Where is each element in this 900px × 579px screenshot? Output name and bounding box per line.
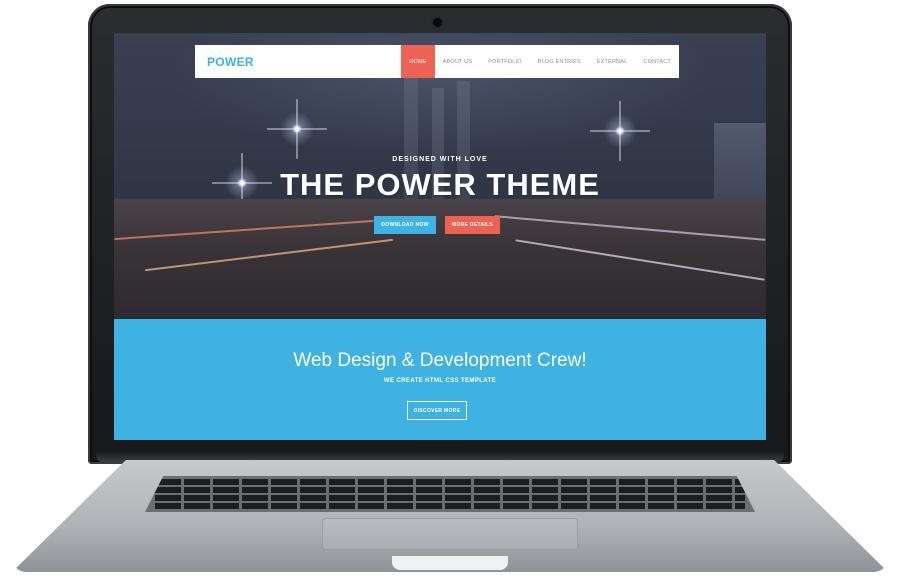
camera-icon xyxy=(433,18,442,27)
nav-item-home[interactable]: HOME xyxy=(401,45,435,78)
light-flare-decoration xyxy=(267,99,327,159)
nav-item-blog-entries[interactable]: BLOG ENTRIES xyxy=(530,45,589,78)
hero-title: THE POWER THEME xyxy=(280,167,600,202)
intro-band: Web Design & Development Crew! WE CREATE… xyxy=(114,319,766,440)
site-logo[interactable]: POWER xyxy=(195,45,401,78)
light-flare-decoration xyxy=(590,101,650,161)
hero-eyebrow: DESIGNED WITH LOVE xyxy=(392,156,488,163)
light-streak xyxy=(515,239,765,281)
light-streak xyxy=(144,238,394,272)
nav-item-portfolio[interactable]: PORTFOLIO xyxy=(480,45,529,78)
more-details-button[interactable]: MORE DETAILS xyxy=(445,216,500,234)
band-subtitle: WE CREATE HTML CSS TEMPLATE xyxy=(383,378,497,384)
keyboard xyxy=(145,476,755,512)
light-streak xyxy=(114,219,374,241)
navbar: POWER HOME ABOUT US PORTFOLIO BLOG ENTRI… xyxy=(195,45,679,78)
nav-item-about-us[interactable]: ABOUT US xyxy=(435,45,481,78)
laptop-screen: POWER HOME ABOUT US PORTFOLIO BLOG ENTRI… xyxy=(114,33,766,440)
download-now-button[interactable]: DOWNLOAD NOW xyxy=(374,216,436,234)
nav-item-contact[interactable]: CONTACT xyxy=(635,45,679,78)
light-streak xyxy=(494,215,766,241)
hero-section: POWER HOME ABOUT US PORTFOLIO BLOG ENTRI… xyxy=(114,33,766,319)
keyboard-keys xyxy=(155,479,745,509)
trackpad xyxy=(322,518,578,550)
laptop-front-lip xyxy=(392,556,508,570)
road-decoration xyxy=(114,199,766,319)
band-title: Web Design & Development Crew! xyxy=(293,350,587,371)
discover-more-button[interactable]: DISCOVER MORE xyxy=(407,401,467,420)
nav-item-external[interactable]: EXTERNAL xyxy=(589,45,636,78)
